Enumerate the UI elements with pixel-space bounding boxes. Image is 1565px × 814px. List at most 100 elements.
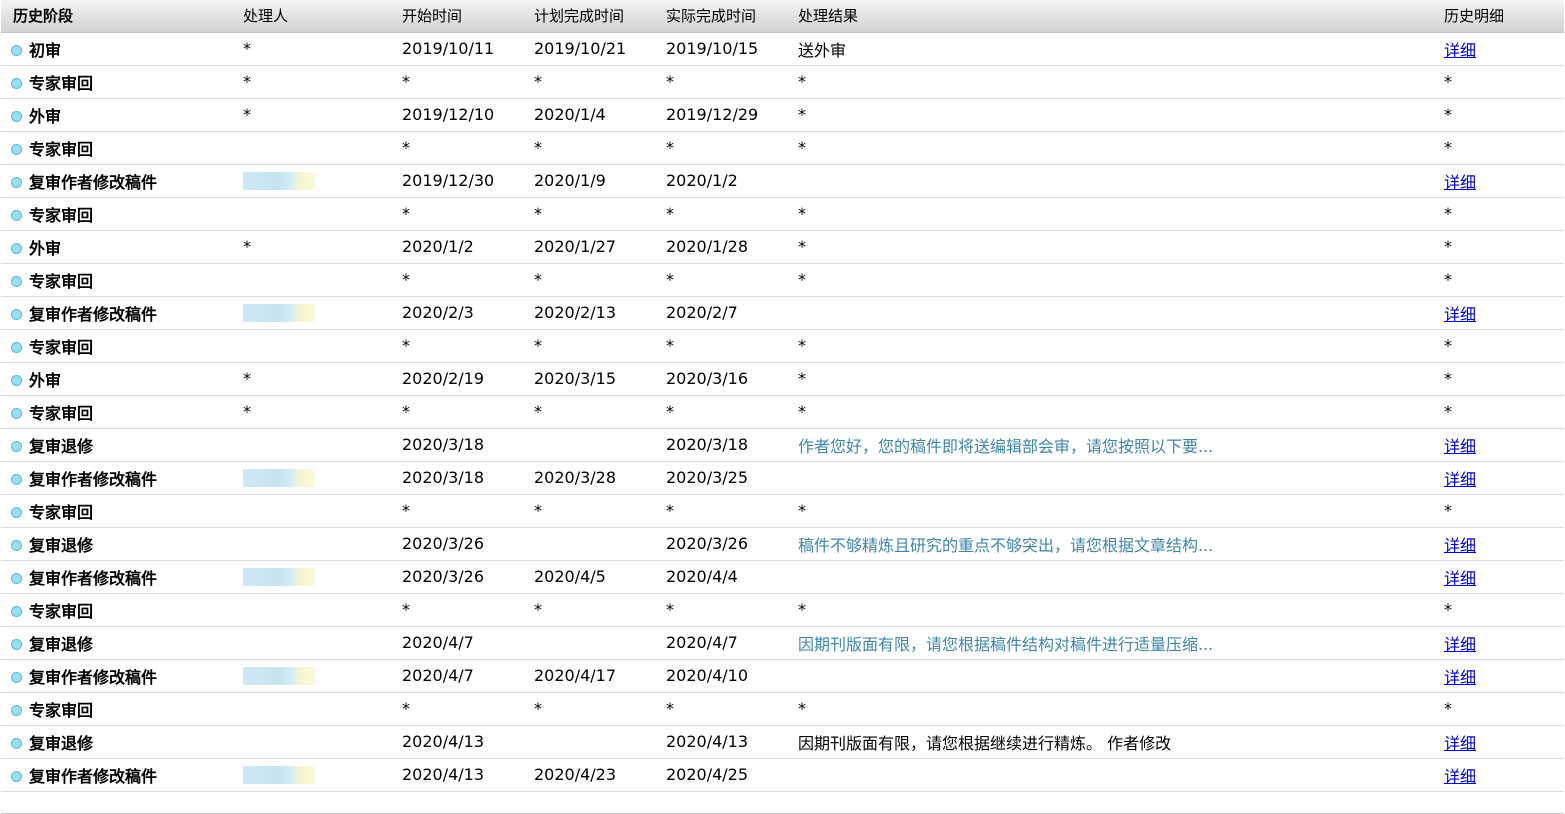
- history-panel: 历史阶段 处理人 开始时间 计划完成时间 实际完成时间 处理结果 历史明细 初审…: [0, 0, 1565, 814]
- handler-cell: [231, 263, 390, 297]
- detail-link[interactable]: 详细: [1444, 470, 1476, 489]
- detail-cell: 详细: [1432, 758, 1564, 792]
- detail-link[interactable]: 详细: [1444, 767, 1476, 786]
- detail-link[interactable]: 详细: [1444, 437, 1476, 456]
- bullet-icon: [11, 143, 22, 155]
- result-cell[interactable]: 稿件不够精炼且研究的重点不够突出，请您根据文章结构...: [786, 527, 1432, 561]
- stage-label: 复审退修: [29, 436, 94, 456]
- stage-label: 专家审回: [29, 205, 94, 225]
- result-cell: *: [786, 65, 1432, 99]
- table-row: 复审作者修改稿件 2019/12/30 2020/1/9 2020/1/2 详细: [1, 164, 1564, 198]
- detail-cell: *: [1432, 593, 1564, 627]
- stage-label: 复审作者修改稿件: [29, 172, 158, 192]
- result-cell: *: [786, 131, 1432, 165]
- detail-cell: 详细: [1432, 32, 1564, 66]
- actual-finish-cell: *: [654, 263, 786, 297]
- start-time-cell: 2019/12/30: [390, 164, 522, 198]
- table-row: 复审退修 2020/4/7 2020/4/7 因期刊版面有限，请您根据稿件结构对稿件进…: [1, 626, 1564, 660]
- start-time-cell: *: [390, 395, 522, 429]
- bullet-icon: [11, 77, 22, 89]
- detail-link[interactable]: 详细: [1444, 635, 1476, 654]
- detail-cell: *: [1432, 263, 1564, 297]
- detail-link[interactable]: 详细: [1444, 536, 1476, 555]
- result-cell: [786, 758, 1432, 792]
- start-time-cell: 2020/4/13: [390, 758, 522, 792]
- bullet-icon: [11, 407, 22, 419]
- detail-link[interactable]: 详细: [1444, 305, 1476, 324]
- start-time-cell: 2020/3/18: [390, 461, 522, 495]
- detail-text: *: [1444, 204, 1452, 223]
- bullet-icon: [11, 605, 22, 617]
- start-time-cell: 2020/3/18: [390, 428, 522, 462]
- header-planned-finish: 计划完成时间: [522, 0, 654, 33]
- handler-cell: *: [231, 395, 390, 429]
- result-cell: *: [786, 98, 1432, 132]
- handler-text: *: [243, 369, 251, 388]
- planned-finish-cell: 2020/1/4: [522, 98, 654, 132]
- handler-cell: *: [231, 230, 390, 264]
- actual-finish-cell: *: [654, 65, 786, 99]
- detail-cell: 详细: [1432, 164, 1564, 198]
- header-start-time: 开始时间: [390, 0, 522, 33]
- bullet-icon: [11, 308, 22, 320]
- actual-finish-cell: *: [654, 329, 786, 363]
- bullet-icon: [11, 638, 22, 650]
- stage-label: 专家审回: [29, 403, 94, 423]
- stage-cell: 专家审回: [1, 329, 231, 363]
- start-time-cell: 2020/2/3: [390, 296, 522, 330]
- table-row: 复审退修 2020/3/18 2020/3/18 作者您好，您的稿件即将送编辑部会审，…: [1, 428, 1564, 462]
- bullet-icon: [11, 770, 22, 782]
- detail-link[interactable]: 详细: [1444, 569, 1476, 588]
- stage-cell: 复审退修: [1, 626, 231, 660]
- detail-link[interactable]: 详细: [1444, 41, 1476, 60]
- stage-label: 初审: [29, 40, 62, 60]
- result-cell[interactable]: 因期刊版面有限，请您根据稿件结构对稿件进行适量压缩...: [786, 626, 1432, 660]
- result-cell: *: [786, 494, 1432, 528]
- actual-finish-cell: 2020/4/25: [654, 758, 786, 792]
- bullet-icon: [11, 737, 22, 749]
- start-time-cell: *: [390, 494, 522, 528]
- detail-text: *: [1444, 336, 1452, 355]
- result-cell[interactable]: 作者您好，您的稿件即将送编辑部会审，请您按照以下要...: [786, 428, 1432, 462]
- start-time-cell: *: [390, 593, 522, 627]
- detail-link[interactable]: 详细: [1444, 734, 1476, 753]
- redacted-handler: [243, 667, 315, 686]
- handler-text: *: [243, 39, 251, 58]
- stage-cell: 复审作者修改稿件: [1, 659, 231, 693]
- handler-cell: [231, 296, 390, 330]
- result-cell: *: [786, 329, 1432, 363]
- handler-cell: [231, 131, 390, 165]
- stage-label: 专家审回: [29, 337, 94, 357]
- stage-label: 专家审回: [29, 139, 94, 159]
- handler-cell: *: [231, 98, 390, 132]
- planned-finish-cell: 2020/1/9: [522, 164, 654, 198]
- detail-cell: 详细: [1432, 659, 1564, 693]
- detail-text: *: [1444, 105, 1452, 124]
- detail-link[interactable]: 详细: [1444, 668, 1476, 687]
- handler-cell: *: [231, 65, 390, 99]
- planned-finish-cell: 2019/10/21: [522, 32, 654, 66]
- detail-cell: 详细: [1432, 461, 1564, 495]
- stage-cell: 复审作者修改稿件: [1, 461, 231, 495]
- detail-text: *: [1444, 237, 1452, 256]
- stage-label: 复审作者修改稿件: [29, 304, 158, 324]
- detail-cell: *: [1432, 131, 1564, 165]
- header-actual-finish: 实际完成时间: [654, 0, 786, 33]
- result-cell: [786, 164, 1432, 198]
- actual-finish-cell: 2020/1/2: [654, 164, 786, 198]
- table-row: 专家审回 * * * * *: [1, 593, 1564, 627]
- table-row: 复审作者修改稿件 2020/4/13 2020/4/23 2020/4/25 详细: [1, 758, 1564, 792]
- detail-link[interactable]: 详细: [1444, 173, 1476, 192]
- result-cell: *: [786, 230, 1432, 264]
- table-row: 复审作者修改稿件 2020/4/7 2020/4/17 2020/4/10 详细: [1, 659, 1564, 693]
- table-row: 外审 * 2020/1/2 2020/1/27 2020/1/28 * *: [1, 230, 1564, 264]
- handler-text: *: [243, 72, 251, 91]
- table-row: 专家审回 * * * * *: [1, 131, 1564, 165]
- planned-finish-cell: 2020/4/17: [522, 659, 654, 693]
- stage-cell: 外审: [1, 362, 231, 396]
- handler-cell: [231, 494, 390, 528]
- planned-finish-cell: 2020/3/15: [522, 362, 654, 396]
- actual-finish-cell: *: [654, 692, 786, 726]
- history-table: 历史阶段 处理人 开始时间 计划完成时间 实际完成时间 处理结果 历史明细 初审…: [1, 0, 1564, 792]
- detail-cell: *: [1432, 230, 1564, 264]
